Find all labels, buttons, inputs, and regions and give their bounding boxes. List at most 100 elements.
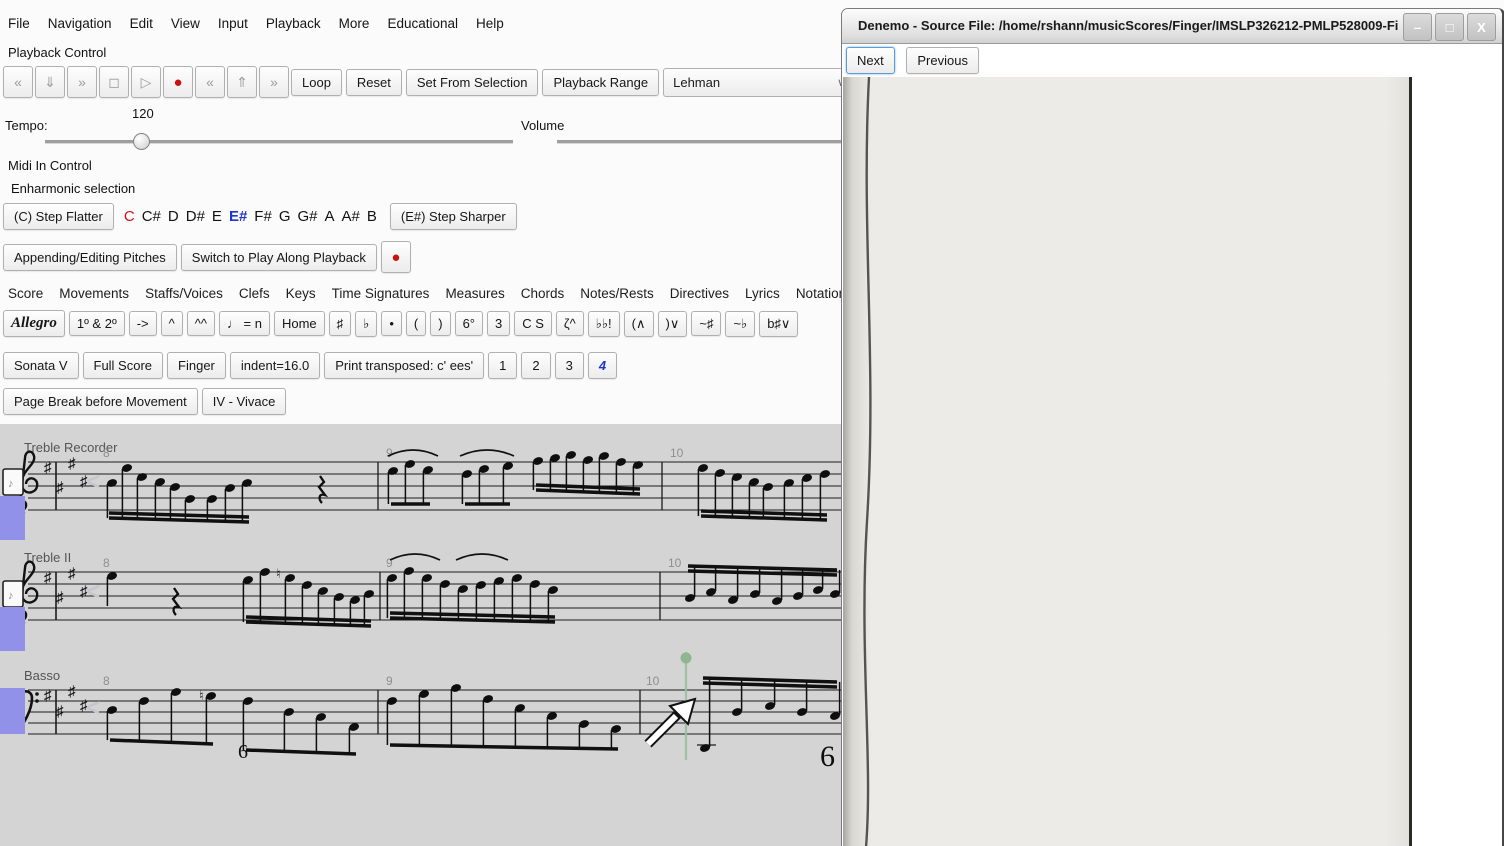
playback-loop[interactable]: Loop xyxy=(291,69,342,96)
menu-file[interactable]: File xyxy=(8,16,30,31)
note-a[interactable]: A xyxy=(325,208,335,225)
score-menu-time-signatures[interactable]: Time Signatures xyxy=(332,286,430,301)
score-btn-full-score[interactable]: Full Score xyxy=(83,352,164,379)
stop-button[interactable]: ◻ xyxy=(99,66,129,98)
fast-forward-button[interactable]: » xyxy=(67,66,97,98)
tool-item[interactable]: -> xyxy=(129,311,157,336)
note-g[interactable]: G# xyxy=(297,208,317,225)
note-g[interactable]: G xyxy=(279,208,291,225)
tool-c-s[interactable]: C S xyxy=(514,311,552,336)
score-menu-staffs-voices[interactable]: Staffs/Voices xyxy=(145,286,223,301)
tool-item[interactable]: ~♭ xyxy=(725,311,755,337)
tool-6[interactable]: 6° xyxy=(455,311,483,336)
play-along-playback-button[interactable]: Switch to Play Along Playback xyxy=(181,244,377,271)
score-btn-print-transposed-c-ees[interactable]: Print transposed: c' ees' xyxy=(324,352,484,379)
score-menu-clefs[interactable]: Clefs xyxy=(239,286,270,301)
score-canvas[interactable]: Treble Recorder♯♯♯♯<8910♪Treble II♯♯♯♯<8… xyxy=(0,424,841,846)
appending-editing-pitches-button[interactable]: Appending/Editing Pitches xyxy=(3,244,177,271)
tool-item[interactable]: )∨ xyxy=(658,311,688,337)
note-e[interactable]: E# xyxy=(229,208,247,225)
cursor-right-button[interactable]: » xyxy=(259,66,289,98)
note-c[interactable]: C# xyxy=(142,208,161,225)
score-menu-keys[interactable]: Keys xyxy=(286,286,316,301)
note-b[interactable]: B xyxy=(367,208,377,225)
play-button[interactable]: ▷ xyxy=(131,66,161,98)
playback-set-from-selection[interactable]: Set From Selection xyxy=(406,69,539,96)
tool-item[interactable]: (∧ xyxy=(624,311,654,337)
note-a[interactable]: A# xyxy=(342,208,360,225)
maximize-button[interactable]: □ xyxy=(1435,13,1464,41)
tool-item[interactable]: ♭♭! xyxy=(588,311,620,337)
tool-item[interactable]: ( xyxy=(406,311,426,336)
score-btn-3[interactable]: 3 xyxy=(555,352,584,379)
tuning-select[interactable]: Lehman ∨ xyxy=(663,68,855,97)
menu-playback[interactable]: Playback xyxy=(266,16,321,31)
svg-text:8: 8 xyxy=(103,674,110,688)
tool-3[interactable]: 3 xyxy=(487,311,510,336)
note-d[interactable]: D# xyxy=(186,208,205,225)
movement-btn-iv-vivace[interactable]: IV - Vivace xyxy=(202,388,287,415)
minimize-button[interactable]: – xyxy=(1403,13,1432,41)
score-menu-score[interactable]: Score xyxy=(8,286,43,301)
score-menu-bar: Score Movements Staffs/Voices Clefs Keys Time… xyxy=(8,286,909,301)
step-flatter-button[interactable]: (C) Step Flatter xyxy=(3,203,114,230)
menu-educational[interactable]: Educational xyxy=(387,16,458,31)
score-btn-indent-16-0[interactable]: indent=16.0 xyxy=(230,352,320,379)
record-midi-button[interactable]: ● xyxy=(381,241,411,273)
source-page-canvas[interactable] xyxy=(842,77,1501,846)
note-d[interactable]: D xyxy=(168,208,179,225)
tool-item[interactable]: ) xyxy=(430,311,450,336)
tempo-slider-thumb[interactable] xyxy=(133,133,150,150)
tool-allegro[interactable]: Allegro xyxy=(3,310,65,337)
score-display-area[interactable]: Treble Recorder♯♯♯♯<8910♪Treble II♯♯♯♯<8… xyxy=(0,424,841,846)
score-menu-lyrics[interactable]: Lyrics xyxy=(745,286,780,301)
volume-slider[interactable] xyxy=(557,140,841,144)
score-menu-notes-rests[interactable]: Notes/Rests xyxy=(580,286,654,301)
cursor-up-button[interactable]: ⇑ xyxy=(227,66,257,98)
note-c[interactable]: C xyxy=(124,208,135,225)
playback-playback-range[interactable]: Playback Range xyxy=(542,69,659,96)
score-btn-finger[interactable]: Finger xyxy=(167,352,226,379)
note-e[interactable]: E xyxy=(212,208,222,225)
score-btn-2[interactable]: 2 xyxy=(521,352,550,379)
menu-edit[interactable]: Edit xyxy=(130,16,153,31)
menu-help[interactable]: Help xyxy=(476,16,504,31)
movement-btn-page-break-before-movement[interactable]: Page Break before Movement xyxy=(3,388,198,415)
menu-input[interactable]: Input xyxy=(218,16,248,31)
playback-toolbar: «⇓»◻▷●«⇑» LoopResetSet From SelectionPla… xyxy=(3,66,855,98)
tool-n[interactable]: ♩ = n xyxy=(219,311,270,336)
cursor-down-button[interactable]: ⇓ xyxy=(35,66,65,98)
record-button[interactable]: ● xyxy=(163,66,193,98)
score-menu-measures[interactable]: Measures xyxy=(445,286,504,301)
score-menu-movements[interactable]: Movements xyxy=(59,286,129,301)
tool-home[interactable]: Home xyxy=(274,311,325,336)
score-btn-1[interactable]: 1 xyxy=(488,352,517,379)
menu-more[interactable]: More xyxy=(339,16,370,31)
tool-item[interactable]: ♯ xyxy=(329,311,352,336)
tool-item[interactable]: • xyxy=(381,311,402,336)
score-menu-chords[interactable]: Chords xyxy=(521,286,565,301)
cursor-left-button[interactable]: « xyxy=(195,66,225,98)
source-page-view[interactable] xyxy=(842,77,1502,846)
score-btn-sonata-v[interactable]: Sonata V xyxy=(3,352,79,379)
score-btn-4[interactable]: 4 xyxy=(588,352,617,379)
menu-navigation[interactable]: Navigation xyxy=(48,16,112,31)
playback-reset[interactable]: Reset xyxy=(346,69,402,96)
tool-item[interactable]: ~♯ xyxy=(691,311,721,336)
note-f[interactable]: F# xyxy=(254,208,272,225)
score-menu-directives[interactable]: Directives xyxy=(670,286,729,301)
tool-item[interactable]: ζ^ xyxy=(556,311,584,336)
tool-1-2[interactable]: 1º & 2º xyxy=(69,311,125,336)
close-button[interactable]: X xyxy=(1467,13,1496,41)
rewind-to-start-button[interactable]: « xyxy=(3,66,33,98)
tool-b[interactable]: b♯∨ xyxy=(759,311,798,337)
tool-item[interactable]: ^ xyxy=(161,311,183,336)
tool-item[interactable]: ♭ xyxy=(355,311,377,337)
previous-button[interactable]: Previous xyxy=(906,47,979,74)
menu-view[interactable]: View xyxy=(171,16,200,31)
step-sharper-button[interactable]: (E#) Step Sharper xyxy=(390,203,517,230)
tool-item[interactable]: ^^ xyxy=(187,311,215,336)
title-bar[interactable]: Denemo - Source File: /home/rshann/music… xyxy=(842,9,1502,44)
next-button[interactable]: Next xyxy=(846,47,895,74)
tempo-slider[interactable] xyxy=(45,140,513,144)
